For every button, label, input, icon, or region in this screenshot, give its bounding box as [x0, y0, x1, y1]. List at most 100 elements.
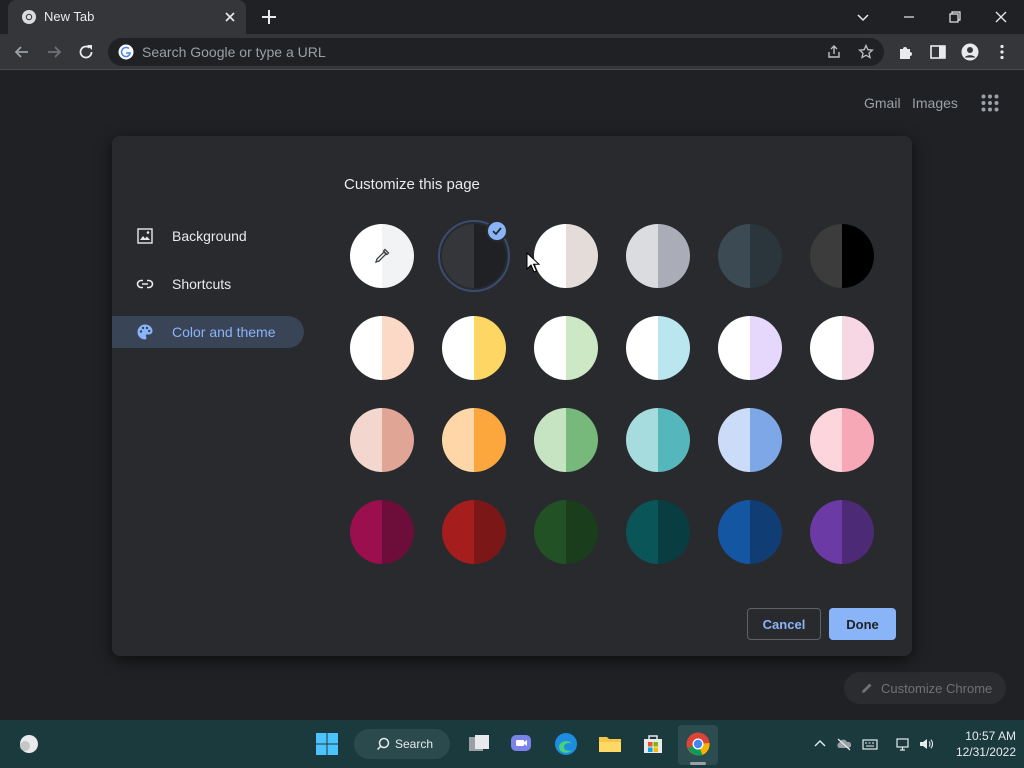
image-icon: [137, 228, 153, 244]
swatch-right-half: [842, 316, 874, 380]
theme-swatch-custom-color-picker[interactable]: [350, 224, 414, 288]
extensions-puzzle-icon[interactable]: [897, 43, 915, 61]
theme-swatch-light-teal[interactable]: [626, 408, 690, 472]
tab-search-chevron-icon[interactable]: [852, 6, 874, 28]
swatch-right-half: [842, 500, 874, 564]
windows-start-icon[interactable]: [314, 731, 340, 757]
taskbar-clock[interactable]: 10:57 AM 12/31/2022: [944, 728, 1016, 760]
swatch-right-half: [382, 408, 414, 472]
swatch-left-half: [718, 408, 750, 472]
swatch-left-half: [626, 500, 658, 564]
theme-swatch-light-green[interactable]: [534, 408, 598, 472]
task-view-icon[interactable]: [466, 731, 492, 757]
theme-swatch-purple[interactable]: [810, 500, 874, 564]
swatch-right-half: [842, 408, 874, 472]
selected-check-icon: [486, 220, 508, 242]
theme-swatch-light-teal-white[interactable]: [626, 316, 690, 380]
customize-chrome-label: Customize Chrome: [881, 681, 993, 696]
keyboard-icon[interactable]: [862, 736, 878, 752]
close-window-icon[interactable]: [990, 6, 1012, 28]
theme-swatch-black[interactable]: [810, 224, 874, 288]
images-link[interactable]: Images: [912, 95, 958, 111]
back-icon[interactable]: [12, 42, 32, 62]
theme-swatch-dark-teal[interactable]: [626, 500, 690, 564]
pencil-icon: [862, 683, 872, 693]
theme-swatch-green-white[interactable]: [534, 316, 598, 380]
theme-swatch-dark-green[interactable]: [534, 500, 598, 564]
cancel-button[interactable]: Cancel: [747, 608, 821, 640]
swatch-left-half: [810, 316, 842, 380]
share-icon[interactable]: [826, 44, 842, 60]
theme-swatch-cool-grey[interactable]: [626, 224, 690, 288]
microsoft-store-icon[interactable]: [640, 731, 666, 757]
swatch-left-half: [442, 224, 474, 288]
theme-swatch-yellow-white[interactable]: [442, 316, 506, 380]
theme-swatch-light-pink[interactable]: [810, 408, 874, 472]
swatch-right-half: [750, 224, 782, 288]
menu-kebab-icon[interactable]: [993, 43, 1011, 61]
done-button[interactable]: Done: [829, 608, 896, 640]
swatch-right-half: [474, 500, 506, 564]
theme-swatch-dark-pink-red[interactable]: [350, 500, 414, 564]
tab-title: New Tab: [44, 9, 95, 24]
volume-icon[interactable]: [918, 736, 934, 752]
restore-icon[interactable]: [944, 6, 966, 28]
chrome-taskbar-icon[interactable]: [685, 731, 711, 757]
theme-swatch-orange[interactable]: [442, 408, 506, 472]
swatch-right-half: [382, 316, 414, 380]
swatch-right-half: [566, 316, 598, 380]
weather-icon[interactable]: [16, 731, 42, 757]
swatch-left-half: [626, 408, 658, 472]
sidebar-item-shortcuts[interactable]: Shortcuts: [112, 268, 304, 300]
theme-swatch-light-purple-white[interactable]: [718, 316, 782, 380]
swatch-right-half: [750, 408, 782, 472]
taskbar-search-button[interactable]: Search: [354, 729, 450, 759]
swatch-left-half: [350, 408, 382, 472]
profile-icon[interactable]: [961, 43, 979, 61]
sidebar-item-color-and-theme[interactable]: Color and theme: [112, 316, 304, 348]
customize-chrome-button[interactable]: Customize Chrome: [844, 672, 1006, 704]
new-tab-icon[interactable]: [260, 8, 278, 26]
forward-icon[interactable]: [44, 42, 64, 62]
swatch-right-half: [474, 316, 506, 380]
theme-swatch-pink-white[interactable]: [810, 316, 874, 380]
palette-icon: [137, 324, 153, 340]
sidebar-item-background[interactable]: Background: [112, 220, 304, 252]
swatch-left-half: [442, 408, 474, 472]
reload-icon[interactable]: [76, 42, 96, 62]
google-logo-icon: [118, 44, 134, 60]
clock-time: 10:57 AM: [965, 729, 1016, 743]
sidebar-item-label: Color and theme: [172, 324, 276, 340]
swatch-right-half: [382, 500, 414, 564]
tab-new-tab[interactable]: New Tab: [8, 0, 246, 34]
address-bar[interactable]: [108, 38, 884, 66]
swatch-left-half: [350, 500, 382, 564]
gmail-link[interactable]: Gmail: [864, 95, 901, 111]
theme-swatch-beige-white[interactable]: [350, 316, 414, 380]
bookmark-star-icon[interactable]: [858, 44, 874, 60]
theme-swatch-dark-blue[interactable]: [718, 500, 782, 564]
teams-chat-icon[interactable]: [508, 731, 534, 757]
minimize-icon[interactable]: [898, 6, 920, 28]
swatch-left-half: [810, 224, 842, 288]
link-icon: [136, 279, 154, 289]
network-icon[interactable]: [894, 736, 910, 752]
tray-chevron-up-icon[interactable]: [812, 736, 828, 752]
theme-swatch-dark-blue-grey[interactable]: [718, 224, 782, 288]
close-tab-icon[interactable]: [222, 9, 238, 25]
onedrive-icon[interactable]: [836, 736, 852, 752]
side-panel-icon[interactable]: [929, 43, 947, 61]
swatch-left-half: [810, 408, 842, 472]
mouse-cursor-icon: [526, 252, 540, 273]
file-explorer-icon[interactable]: [597, 731, 623, 757]
theme-swatch-light-blue[interactable]: [718, 408, 782, 472]
taskbar-search-label: Search: [395, 737, 434, 751]
google-apps-grid-icon[interactable]: [981, 94, 999, 112]
search-icon: [376, 737, 390, 751]
theme-swatch-dark-red-orange[interactable]: [442, 500, 506, 564]
swatch-left-half: [534, 500, 566, 564]
theme-swatch-beige[interactable]: [350, 408, 414, 472]
edge-icon[interactable]: [553, 731, 579, 757]
theme-swatch-warm-grey[interactable]: [534, 224, 598, 288]
omnibox-input[interactable]: [142, 38, 822, 66]
